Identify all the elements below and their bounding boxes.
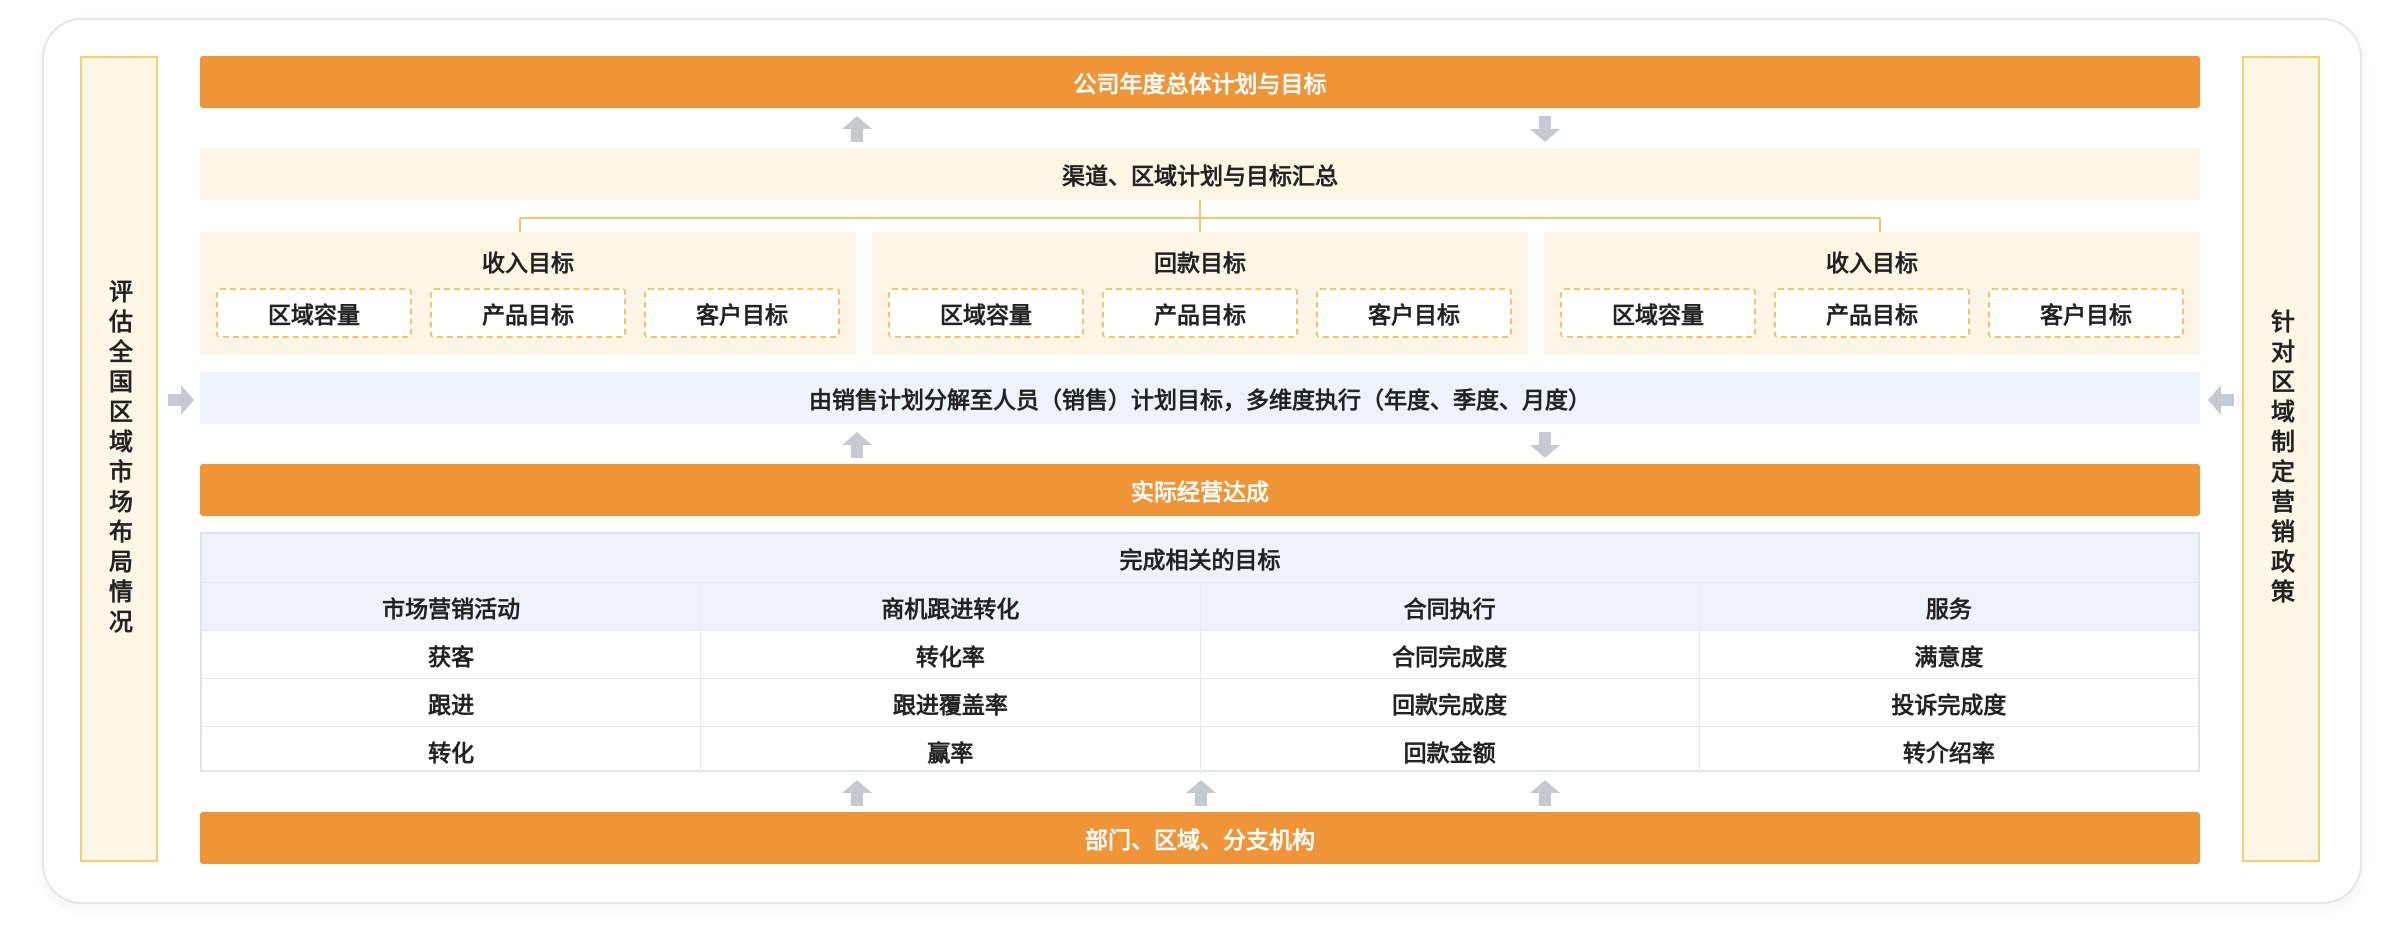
group-item: 区域容量	[1560, 288, 1756, 338]
table-cell: 获客	[202, 631, 702, 678]
group-item: 客户目标	[1316, 288, 1512, 338]
table-row: 跟进 跟进覆盖率 回款完成度 投诉完成度	[202, 679, 2198, 727]
group-item: 客户目标	[644, 288, 840, 338]
arrow-down-icon	[1530, 116, 1560, 142]
group-item: 客户目标	[1988, 288, 2184, 338]
goals-table: 完成相关的目标 市场营销活动 商机跟进转化 合同执行 服务 获客 转化率 合同完…	[200, 532, 2200, 774]
group-title: 收入目标	[1826, 251, 1918, 277]
summary-label: 渠道、区域计划与目标汇总	[1062, 164, 1338, 190]
left-side-panel: 评估全国区域市场布局情况	[80, 56, 158, 862]
table-cell: 转化	[202, 727, 702, 774]
table-header-cell: 服务	[1925, 596, 1972, 623]
achievement-label: 实际经营达成	[1131, 480, 1269, 506]
right-side-label: 针对区域制定营销政策	[2266, 309, 2295, 609]
table-cell: 转介绍率	[1902, 740, 1995, 767]
group-item: 产品目标	[1774, 288, 1970, 338]
target-group-income-1: 收入目标 区域容量 产品目标 客户目标	[200, 232, 856, 354]
achievement-bar: 实际经营达成	[200, 464, 2200, 516]
arrow-up-icon	[842, 432, 872, 458]
table-cell: 投诉完成度	[1891, 692, 2007, 719]
arrow-right-icon	[168, 385, 194, 415]
table-header-cell: 合同执行	[1201, 583, 1700, 630]
table-cell: 赢率	[701, 727, 1201, 774]
arrow-up-icon	[1530, 780, 1560, 806]
group-item: 产品目标	[430, 288, 626, 338]
arrow-left-icon	[2208, 385, 2234, 415]
group-title: 收入目标	[482, 251, 574, 277]
table-cell: 跟进覆盖率	[701, 679, 1201, 726]
table-header-cell: 商机跟进转化	[701, 583, 1201, 630]
table-cell: 合同完成度	[1201, 631, 1700, 678]
table-row: 转化 赢率 回款金额 转介绍率	[202, 727, 2198, 774]
group-title: 回款目标	[1154, 251, 1246, 277]
left-side-label: 评估全国区域市场布局情况	[104, 279, 133, 639]
summary-band: 渠道、区域计划与目标汇总	[200, 148, 2200, 200]
company-plan-label: 公司年度总体计划与目标	[1073, 72, 1327, 98]
group-item: 产品目标	[1102, 288, 1298, 338]
table-header-cell: 市场营销活动	[202, 583, 702, 630]
group-item: 区域容量	[888, 288, 1084, 338]
org-units-label: 部门、区域、分支机构	[1085, 828, 1315, 854]
table-cell: 回款金额	[1201, 727, 1700, 774]
table-cell: 跟进	[202, 679, 702, 726]
table-cell: 转化率	[701, 631, 1201, 678]
table-cell: 满意度	[1914, 644, 1984, 671]
table-header-row: 市场营销活动 商机跟进转化 合同执行 服务	[202, 583, 2198, 631]
org-units-bar: 部门、区域、分支机构	[200, 812, 2200, 864]
group-item: 区域容量	[216, 288, 412, 338]
right-side-panel: 针对区域制定营销政策	[2242, 56, 2320, 862]
arrow-up-icon	[842, 780, 872, 806]
target-group-payment: 回款目标 区域容量 产品目标 客户目标	[872, 232, 1528, 354]
table-row: 获客 转化率 合同完成度 满意度	[202, 631, 2198, 679]
decompose-label: 由销售计划分解至人员（销售）计划目标，多维度执行（年度、季度、月度）	[809, 388, 1591, 414]
table-title: 完成相关的目标	[202, 534, 2198, 583]
target-group-income-2: 收入目标 区域容量 产品目标 客户目标	[1544, 232, 2200, 354]
arrow-up-icon	[842, 116, 872, 142]
table-cell: 回款完成度	[1201, 679, 1700, 726]
arrow-up-icon	[1186, 780, 1216, 806]
company-plan-bar: 公司年度总体计划与目标	[200, 56, 2200, 108]
decompose-band: 由销售计划分解至人员（销售）计划目标，多维度执行（年度、季度、月度）	[200, 372, 2200, 424]
arrow-down-icon	[1530, 432, 1560, 458]
